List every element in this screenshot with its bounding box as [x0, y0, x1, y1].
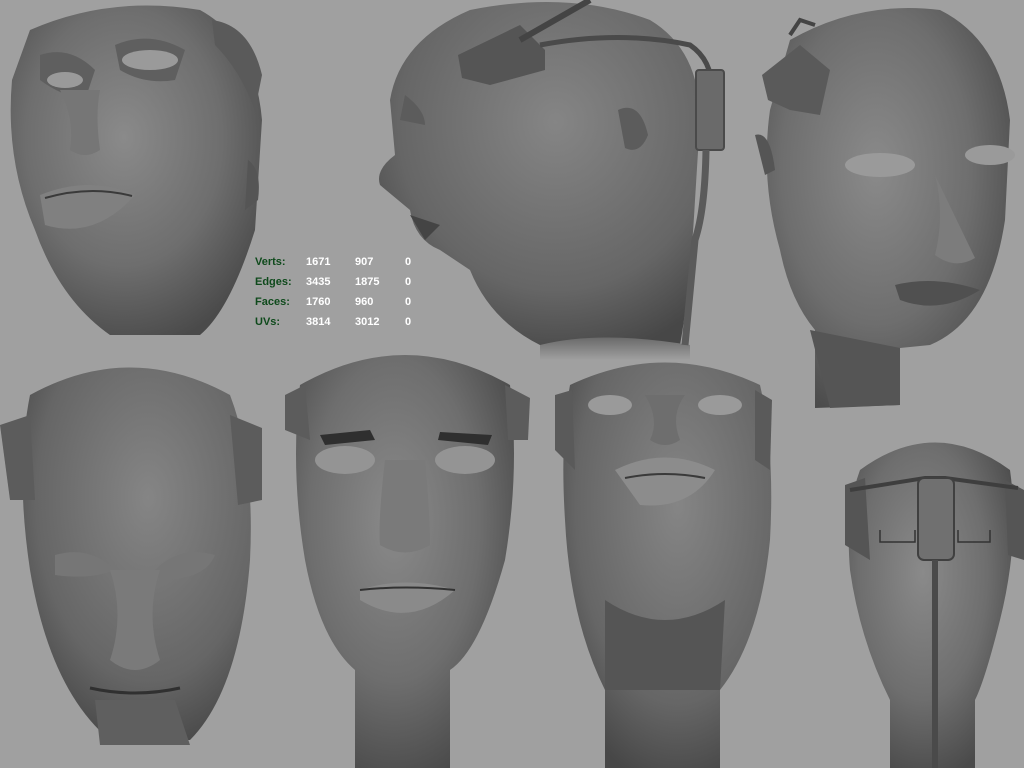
hud-value-faces-total: 1760 [306, 296, 331, 308]
viewport-3d[interactable]: Verts: 1671 907 0 Edges: 3435 1875 0 Fac… [0, 0, 1024, 768]
hud-row-verts: Verts: 1671 907 0 [255, 252, 425, 272]
hud-row-edges: Edges: 3435 1875 0 [255, 272, 425, 292]
hud-value-edges-total: 3435 [306, 276, 331, 288]
poly-count-hud: Verts: 1671 907 0 Edges: 3435 1875 0 Fac… [255, 252, 425, 332]
hud-value-uvs-selected: 3012 [355, 316, 380, 328]
hud-value-faces-selected: 960 [355, 296, 374, 308]
head-three-quarter-up-view [10, 5, 263, 335]
hud-value-uvs-total: 3814 [306, 316, 331, 328]
hud-label-verts: Verts: [255, 256, 286, 268]
hud-value-edges-selected: 1875 [355, 276, 380, 288]
hud-label-uvs: UVs: [255, 316, 281, 328]
hud-value-verts-other: 0 [405, 256, 412, 268]
head-profile-headset-view [379, 0, 725, 360]
hud-value-faces-other: 0 [405, 296, 412, 308]
render-collage [0, 0, 1024, 768]
hud-row-faces: Faces: 1760 960 0 [255, 292, 425, 312]
head-below-view [555, 362, 772, 768]
head-back-headset-view [845, 442, 1024, 768]
head-front-view [285, 355, 530, 768]
head-top-front-view [0, 367, 262, 745]
hud-row-uvs: UVs: 3814 3012 0 [255, 312, 425, 332]
head-three-quarter-right-view [755, 8, 1015, 408]
hud-value-edges-other: 0 [405, 276, 412, 288]
hud-value-verts-selected: 907 [355, 256, 374, 268]
hud-label-faces: Faces: [255, 296, 290, 308]
hud-value-uvs-other: 0 [405, 316, 412, 328]
hud-label-edges: Edges: [255, 276, 292, 288]
hud-value-verts-total: 1671 [306, 256, 331, 268]
